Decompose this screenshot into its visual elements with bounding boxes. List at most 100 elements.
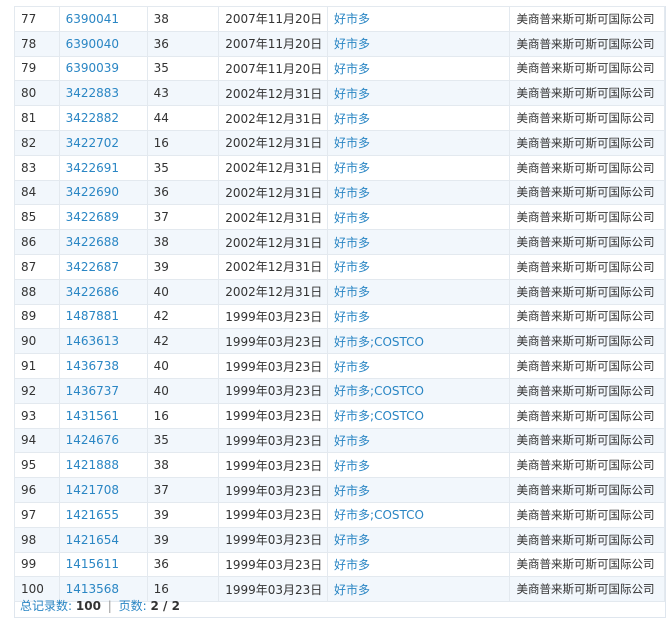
trademark-name-cell: 好市多;COSTCO <box>327 328 511 355</box>
table-row: 96 1421708 37 1999年03月23日 好市多 美商普来斯可斯可国际公司 <box>14 477 665 503</box>
registration-number-link[interactable]: 1431561 <box>66 409 119 423</box>
registration-number-link[interactable]: 3422689 <box>66 210 119 224</box>
registration-number-cell: 6390040 <box>58 30 148 57</box>
registration-number-link[interactable]: 1413568 <box>66 582 119 596</box>
table-row: 83 3422691 35 2002年12月31日 好市多 美商普来斯可斯可国际公司 <box>14 154 665 181</box>
trademark-name-cell: 好市多;COSTCO <box>327 377 511 404</box>
registration-number-link[interactable]: 1463613 <box>66 334 119 348</box>
registration-number-link[interactable]: 3422687 <box>66 260 119 274</box>
trademark-name-cell: 好市多 <box>327 526 511 553</box>
row-index: 80 <box>14 80 60 107</box>
registration-number-link[interactable]: 1421888 <box>66 458 119 472</box>
owner-cell: 美商普来斯可斯可国际公司 <box>509 204 665 231</box>
table-row: 77 6390041 38 2007年11月20日 好市多 美商普来斯可斯可国际公司 <box>14 6 665 32</box>
registration-number-link[interactable]: 3422690 <box>66 185 119 199</box>
class-cell: 36 <box>146 551 220 578</box>
row-index: 87 <box>14 253 60 280</box>
registration-number-cell: 3422686 <box>58 278 148 305</box>
table-row: 86 3422688 38 2002年12月31日 好市多 美商普来斯可斯可国际公司 <box>14 229 665 255</box>
registration-number-cell: 1436737 <box>58 377 148 404</box>
table-row: 79 6390039 35 2007年11月20日 好市多 美商普来斯可斯可国际公司 <box>14 55 665 82</box>
row-index: 89 <box>14 303 60 330</box>
registration-number-link[interactable]: 3422883 <box>66 86 119 100</box>
owner-cell: 美商普来斯可斯可国际公司 <box>509 55 665 82</box>
registration-number-cell: 1431561 <box>58 402 148 429</box>
registration-number-link[interactable]: 3422882 <box>66 111 119 125</box>
owner-cell: 美商普来斯可斯可国际公司 <box>509 303 665 330</box>
total-records-value: 100 <box>75 599 101 613</box>
trademark-name-cell: 好市多 <box>327 30 511 57</box>
owner-cell: 美商普来斯可斯可国际公司 <box>509 477 665 503</box>
registration-number-link[interactable]: 3422702 <box>66 136 119 150</box>
row-index: 84 <box>14 179 60 206</box>
trademark-name-cell: 好市多 <box>327 427 511 454</box>
registration-number-link[interactable]: 3422686 <box>66 285 119 299</box>
registration-number-link[interactable]: 1415611 <box>66 557 119 571</box>
owner-cell: 美商普来斯可斯可国际公司 <box>509 278 665 305</box>
registration-number-link[interactable]: 6390040 <box>66 37 119 51</box>
trademark-name-cell: 好市多 <box>327 80 511 107</box>
registration-number-cell: 3422687 <box>58 253 148 280</box>
owner-cell: 美商普来斯可斯可国际公司 <box>509 551 665 578</box>
registration-number-cell: 3422689 <box>58 204 148 231</box>
owner-cell: 美商普来斯可斯可国际公司 <box>509 129 665 156</box>
date-cell: 2007年11月20日 <box>218 55 329 82</box>
class-cell: 44 <box>146 105 220 131</box>
class-cell: 42 <box>146 303 220 330</box>
class-cell: 38 <box>146 452 220 479</box>
trademark-name-cell: 好市多 <box>327 551 511 578</box>
registration-number-link[interactable]: 6390039 <box>66 61 119 75</box>
registration-number-cell: 3422702 <box>58 129 148 156</box>
registration-number-cell: 1487881 <box>58 303 148 330</box>
trademark-name-cell: 好市多 <box>327 179 511 206</box>
registration-number-link[interactable]: 1487881 <box>66 309 119 323</box>
row-index: 95 <box>14 452 60 479</box>
trademark-name-cell: 好市多 <box>327 278 511 305</box>
trademark-name-cell: 好市多 <box>327 576 511 603</box>
date-cell: 1999年03月23日 <box>218 477 329 503</box>
owner-cell: 美商普来斯可斯可国际公司 <box>509 353 665 379</box>
registration-number-link[interactable]: 1436737 <box>66 384 119 398</box>
class-cell: 37 <box>146 204 220 231</box>
class-cell: 42 <box>146 328 220 355</box>
registration-number-cell: 1436738 <box>58 353 148 379</box>
table-row: 88 3422686 40 2002年12月31日 好市多 美商普来斯可斯可国际公司 <box>14 278 665 305</box>
date-cell: 1999年03月23日 <box>218 501 329 528</box>
registration-number-link[interactable]: 1421654 <box>66 533 119 547</box>
row-index: 81 <box>14 105 60 131</box>
registration-number-link[interactable]: 1421655 <box>66 508 119 522</box>
table-row: 78 6390040 36 2007年11月20日 好市多 美商普来斯可斯可国际公司 <box>14 30 665 57</box>
trademark-name-cell: 好市多;COSTCO <box>327 402 511 429</box>
table-row: 93 1431561 16 1999年03月23日 好市多;COSTCO 美商普来斯可斯可… <box>14 402 665 429</box>
class-cell: 35 <box>146 427 220 454</box>
table-row: 89 1487881 42 1999年03月23日 好市多 美商普来斯可斯可国际公司 <box>14 303 665 330</box>
registration-number-link[interactable]: 6390041 <box>66 12 119 26</box>
row-index: 91 <box>14 353 60 379</box>
date-cell: 1999年03月23日 <box>218 303 329 330</box>
registration-number-link[interactable]: 3422688 <box>66 235 119 249</box>
table-row: 90 1463613 42 1999年03月23日 好市多;COSTCO 美商普来斯可斯可… <box>14 328 665 355</box>
date-cell: 1999年03月23日 <box>218 402 329 429</box>
class-cell: 35 <box>146 55 220 82</box>
trademark-name-cell: 好市多 <box>327 353 511 379</box>
registration-number-link[interactable]: 1421708 <box>66 483 119 497</box>
class-cell: 40 <box>146 377 220 404</box>
total-records-label: 总记录数: <box>20 599 73 613</box>
class-cell: 39 <box>146 253 220 280</box>
registration-number-cell: 3422688 <box>58 229 148 255</box>
registration-number-link[interactable]: 3422691 <box>66 161 119 175</box>
registration-number-cell: 1421708 <box>58 477 148 503</box>
owner-cell: 美商普来斯可斯可国际公司 <box>509 501 665 528</box>
owner-cell: 美商普来斯可斯可国际公司 <box>509 377 665 404</box>
row-index: 82 <box>14 129 60 156</box>
trademark-name-cell: 好市多 <box>327 303 511 330</box>
owner-cell: 美商普来斯可斯可国际公司 <box>509 30 665 57</box>
registration-number-link[interactable]: 1424676 <box>66 433 119 447</box>
owner-cell: 美商普来斯可斯可国际公司 <box>509 526 665 553</box>
date-cell: 1999年03月23日 <box>218 526 329 553</box>
registration-number-link[interactable]: 1436738 <box>66 359 119 373</box>
owner-cell: 美商普来斯可斯可国际公司 <box>509 229 665 255</box>
owner-cell: 美商普来斯可斯可国际公司 <box>509 154 665 181</box>
date-cell: 1999年03月23日 <box>218 576 329 603</box>
owner-cell: 美商普来斯可斯可国际公司 <box>509 179 665 206</box>
